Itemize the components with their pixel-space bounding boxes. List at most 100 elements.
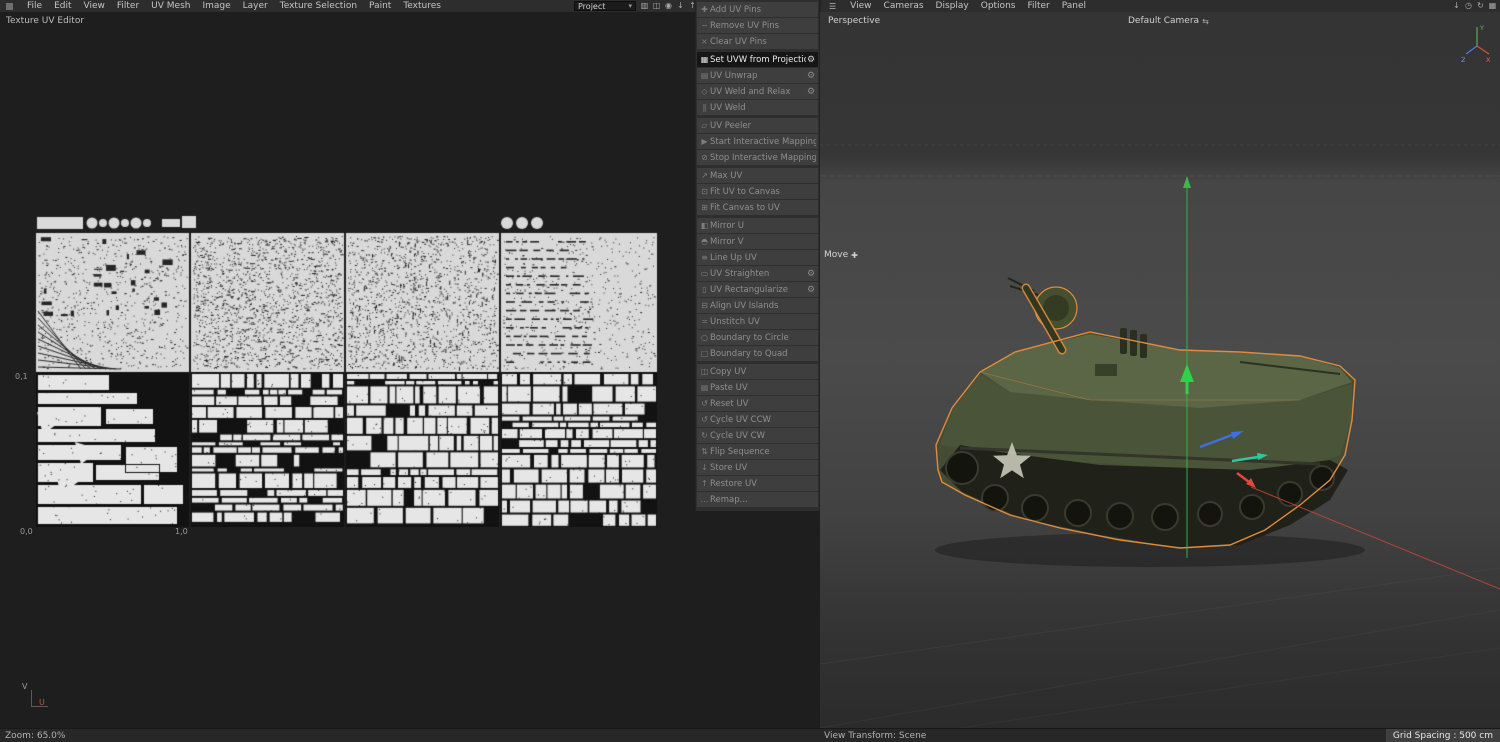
add-pin-icon: ✚ — [699, 5, 710, 14]
menu-layer[interactable]: Layer — [237, 1, 274, 11]
max-uv-icon: ↗ — [699, 171, 710, 180]
uv-command-label: Store UV — [710, 463, 816, 473]
uv-coordinate-label-10: 1,0 — [175, 527, 188, 536]
uv-command-flip-sequence[interactable]: ⇅Flip Sequence — [697, 444, 818, 459]
uv-command-label: Remap... — [710, 495, 816, 505]
unstitch-icon: ≍ — [699, 317, 710, 326]
uv-command-uv-peeler[interactable]: ▱UV Peeler — [697, 118, 818, 133]
history-icon[interactable]: ◷ — [1464, 1, 1473, 10]
uv-editor-menus: FileEditViewFilterUV MeshImageLayerTextu… — [21, 1, 447, 11]
uv-command-label: UV Rectangularize — [710, 285, 806, 295]
uv-editor-statusbar: Zoom: 65.0% — [0, 728, 820, 742]
uv-command-fit-uv-to-canvas[interactable]: ⊡Fit UV to Canvas — [697, 184, 818, 199]
boundary-quad-icon: □ — [699, 349, 710, 358]
gear-icon[interactable]: ⚙ — [806, 55, 816, 65]
target-icon[interactable]: ◉ — [664, 1, 673, 10]
uv-command-align-uv-islands[interactable]: ⊟Align UV Islands — [697, 298, 818, 313]
gear-icon[interactable]: ⚙ — [806, 285, 816, 295]
uv-command-label: Fit UV to Canvas — [710, 187, 816, 197]
uv-command-store-uv[interactable]: ↓Store UV — [697, 460, 818, 475]
uv-command-paste-uv[interactable]: ▤Paste UV — [697, 380, 818, 395]
uv-command-stop-interactive-mapping[interactable]: ⊘Stop Interactive Mapping — [697, 150, 818, 165]
viewport-menus: ViewCamerasDisplayOptionsFilterPanel — [844, 1, 1092, 11]
hamburger-menu-icon[interactable]: ☰ — [829, 2, 836, 11]
view-transform-status: View Transform: Scene — [824, 731, 926, 741]
layout-icon[interactable]: ▦ — [1488, 1, 1497, 10]
uv-command-boundary-to-circle[interactable]: ○Boundary to Circle — [697, 330, 818, 345]
uv-command-cycle-uv-ccw[interactable]: ↺Cycle UV CCW — [697, 412, 818, 427]
tool-name: Move — [824, 250, 848, 260]
uv-command-uv-unwrap[interactable]: ▤UV Unwrap⚙ — [697, 68, 818, 83]
uv-command-uv-weld-and-relax[interactable]: ◇UV Weld and Relax⚙ — [697, 84, 818, 99]
chevron-down-icon: ▾ — [628, 2, 632, 10]
restore-icon: ↑ — [699, 479, 710, 488]
uv-command-restore-uv[interactable]: ↑Restore UV — [697, 476, 818, 491]
viewport-view-label[interactable]: Perspective — [828, 16, 880, 26]
mirror-v-icon: ◓ — [699, 237, 710, 246]
viewport-menu-view[interactable]: View — [844, 1, 877, 11]
project-dropdown-value: Project — [578, 2, 605, 11]
uv-command-label: UV Weld — [710, 103, 816, 113]
menu-view[interactable]: View — [78, 1, 111, 11]
viewport-menu-display[interactable]: Display — [930, 1, 975, 11]
uv-command-add-uv-pins[interactable]: ✚Add UV Pins — [697, 2, 818, 17]
uv-command-label: Max UV — [710, 171, 816, 181]
uv-command-label: Cycle UV CCW — [710, 415, 816, 425]
grid-spacing-text: Grid Spacing : 500 cm — [1393, 731, 1493, 741]
viewport-menu-options[interactable]: Options — [975, 1, 1022, 11]
menu-file[interactable]: File — [21, 1, 48, 11]
uv-command-fit-canvas-to-uv[interactable]: ⊞Fit Canvas to UV — [697, 200, 818, 215]
viewport-menu-cameras[interactable]: Cameras — [878, 1, 930, 11]
menu-paint[interactable]: Paint — [363, 1, 397, 11]
uv-command-mirror-u[interactable]: ◧Mirror U — [697, 218, 818, 233]
axis-gizmo[interactable]: Y Z X — [1460, 18, 1494, 64]
histogram-icon[interactable]: ▥ — [640, 1, 649, 10]
import-icon[interactable]: ↓ — [676, 1, 685, 10]
zoom-status: Zoom: 65.0% — [5, 731, 65, 741]
refresh-icon[interactable]: ↻ — [1476, 1, 1485, 10]
menu-image[interactable]: Image — [196, 1, 236, 11]
uv-command-boundary-to-quad[interactable]: □Boundary to Quad — [697, 346, 818, 361]
viewport-menubar: ☰ ViewCamerasDisplayOptionsFilterPanel ↓… — [820, 0, 1500, 12]
uv-command-uv-rectangularize[interactable]: ▯UV Rectangularize⚙ — [697, 282, 818, 297]
compare-icon[interactable]: ◫ — [652, 1, 661, 10]
menu-textures[interactable]: Textures — [397, 1, 447, 11]
uv-command-set-uvw-from-projection[interactable]: ▦Set UVW from Projection⚙ — [697, 52, 818, 67]
gear-icon[interactable]: ⚙ — [806, 71, 816, 81]
camera-icon: ⇆ — [1202, 17, 1209, 26]
uv-axis-indicator: V U — [22, 680, 54, 710]
viewport-menu-filter[interactable]: Filter — [1021, 1, 1055, 11]
uv-command-line-up-uv[interactable]: ≡Line Up UV — [697, 250, 818, 265]
viewport-menu-panel[interactable]: Panel — [1056, 1, 1092, 11]
uv-command-start-interactive-mapping[interactable]: ▶Start Interactive Mapping — [697, 134, 818, 149]
menu-filter[interactable]: Filter — [111, 1, 145, 11]
clear-pins-icon: × — [699, 37, 710, 46]
weld-icon: ∥ — [699, 103, 710, 112]
menu-texture-selection[interactable]: Texture Selection — [274, 1, 363, 11]
uv-coordinate-label-01: 0,1 — [15, 372, 28, 381]
gear-icon[interactable]: ⚙ — [806, 269, 816, 279]
project-dropdown[interactable]: Project ▾ — [574, 1, 636, 11]
menu-uv-mesh[interactable]: UV Mesh — [145, 1, 196, 11]
uv-command-cycle-uv-cw[interactable]: ↻Cycle UV CW — [697, 428, 818, 443]
uv-command-mirror-v[interactable]: ◓Mirror V — [697, 234, 818, 249]
uv-command-label: Set UVW from Projection — [710, 55, 806, 65]
tank-model[interactable] — [936, 278, 1355, 548]
uv-command-label: Fit Canvas to UV — [710, 203, 816, 213]
menu-edit[interactable]: Edit — [48, 1, 77, 11]
gear-icon[interactable]: ⚙ — [806, 87, 816, 97]
uv-canvas[interactable] — [35, 215, 658, 527]
uv-command-max-uv[interactable]: ↗Max UV — [697, 168, 818, 183]
viewport-camera-label[interactable]: Default Camera ⇆ — [1128, 16, 1209, 26]
download-icon[interactable]: ↓ — [1452, 1, 1461, 10]
uv-command-uv-weld[interactable]: ∥UV Weld — [697, 100, 818, 115]
uv-command-remap[interactable]: …Remap... — [697, 492, 818, 507]
uv-command-unstitch-uv[interactable]: ≍Unstitch UV — [697, 314, 818, 329]
uv-command-copy-uv[interactable]: ◫Copy UV — [697, 364, 818, 379]
perspective-viewport[interactable]: Perspective Default Camera ⇆ Move ✚ Y Z … — [820, 12, 1500, 728]
uv-command-label: Add UV Pins — [710, 5, 816, 15]
uv-command-clear-uv-pins[interactable]: ×Clear UV Pins — [697, 34, 818, 49]
uv-command-reset-uv[interactable]: ↺Reset UV — [697, 396, 818, 411]
uv-command-uv-straighten[interactable]: ▭UV Straighten⚙ — [697, 266, 818, 281]
uv-command-remove-uv-pins[interactable]: −Remove UV Pins — [697, 18, 818, 33]
